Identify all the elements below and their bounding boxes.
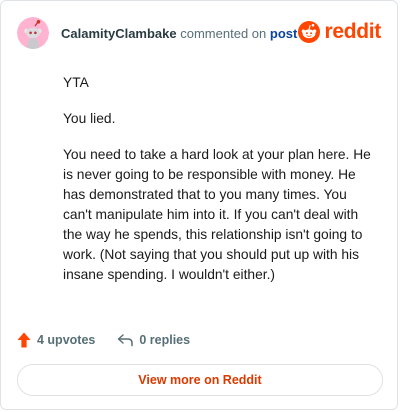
post-link[interactable]: post: [270, 26, 297, 41]
comment-meta: CalamityClambake commented on post: [61, 26, 297, 41]
comment-header: CalamityClambake commented on post: [17, 17, 297, 49]
reddit-brand[interactable]: reddit: [298, 20, 381, 44]
snoo-avatar-icon: [17, 17, 49, 49]
view-more-button[interactable]: View more on Reddit: [17, 364, 383, 396]
comment-paragraph: YTA: [63, 75, 89, 90]
reply-count: 0 replies: [139, 333, 191, 347]
author-name[interactable]: CalamityClambake: [61, 26, 177, 41]
comment-paragraph: You need to take a hard look at your pla…: [63, 147, 371, 282]
upvote-button[interactable]: 4 upvotes: [17, 332, 95, 348]
user-avatar[interactable]: [17, 17, 49, 49]
reddit-wordmark: reddit: [324, 20, 381, 43]
comment-actions: 4 upvotes 0 replies: [17, 330, 190, 350]
comment-paragraph: You lied.: [63, 111, 116, 126]
upvote-count: 4 upvotes: [37, 333, 96, 347]
replies-button[interactable]: 0 replies: [117, 333, 190, 347]
reddit-logo-icon: [298, 21, 321, 43]
comment-body: YTA You lied. You need to take a hard lo…: [63, 73, 379, 301]
reply-arrow-icon: [118, 334, 134, 347]
reddit-comment-card: CalamityClambake commented on post reddi…: [0, 0, 398, 410]
upvote-arrow-icon: [17, 332, 31, 348]
comment-action-text: commented on: [180, 25, 267, 41]
